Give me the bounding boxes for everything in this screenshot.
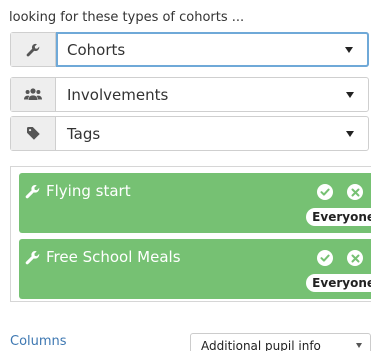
cohort-title: Free School Meals [25,248,181,266]
cohort-name: Flying start [46,182,131,200]
check-icon [320,254,330,262]
tags-select[interactable]: Tags [56,117,368,150]
wrench-icon [11,33,56,66]
tags-select-value: Tags [67,124,101,143]
wrench-icon [25,184,40,198]
columns-select-value: Additional pupil info [201,339,321,351]
involvements-select-value: Involvements [67,85,169,104]
cohorts-select-value: Cohorts [67,40,126,59]
tags-select-group[interactable]: Tags [10,116,369,151]
intro-text: looking for these types of cohorts ... [9,10,245,25]
cohort-audience-badge[interactable]: Everyone [306,208,371,226]
cohort-item-flying-start: Flying start Everyone [19,173,371,233]
cohort-audience-badge[interactable]: Everyone [306,274,371,292]
columns-label: Columns [10,334,67,349]
chevron-down-icon [346,91,354,98]
selected-cohorts-panel: Flying start Everyone Free School Meals … [10,166,371,302]
users-icon [11,78,56,111]
cohorts-select-group[interactable]: Cohorts [10,32,369,67]
columns-select[interactable]: Additional pupil info [190,333,371,351]
cohort-filter-panel: looking for these types of cohorts ... C… [0,0,371,351]
remove-cohort-button[interactable] [347,250,363,266]
close-icon [351,188,359,196]
chevron-down-icon [346,130,354,137]
wrench-icon [25,250,40,264]
close-icon [351,254,359,262]
involvements-select[interactable]: Involvements [56,78,368,111]
remove-cohort-button[interactable] [347,184,363,200]
chevron-down-icon [356,343,362,348]
tag-icon [11,117,56,150]
check-icon [320,188,330,196]
cohort-name: Free School Meals [46,248,181,266]
cohort-item-free-school-meals: Free School Meals Everyone [19,239,371,299]
confirm-cohort-button[interactable] [317,184,333,200]
cohorts-select[interactable]: Cohorts [56,32,369,67]
chevron-down-icon [345,46,353,53]
involvements-select-group[interactable]: Involvements [10,77,369,112]
cohort-title: Flying start [25,182,131,200]
confirm-cohort-button[interactable] [317,250,333,266]
